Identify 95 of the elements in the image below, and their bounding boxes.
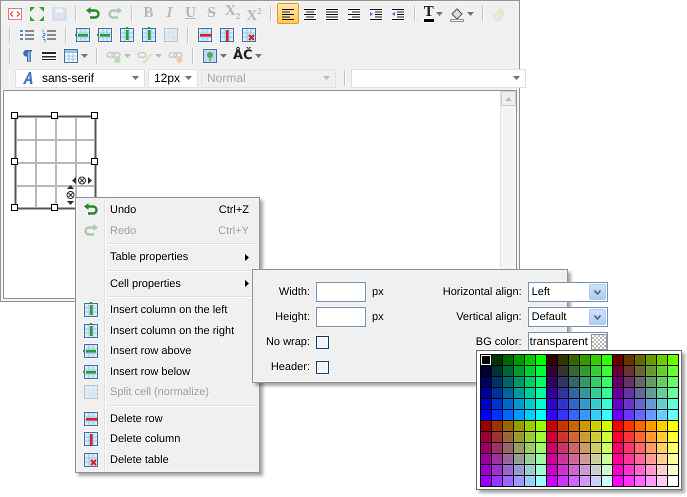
column-resize-icon[interactable] [72, 176, 92, 185]
menu-item-label: Split cell (normalize) [109, 386, 210, 398]
insert-column-icon [83, 302, 99, 318]
delete-row-icon [197, 26, 213, 42]
table-icon [63, 48, 79, 64]
menu-item[interactable]: Insert row below [76, 362, 259, 382]
submenu-arrow-icon [245, 254, 249, 261]
undo-icon [85, 6, 101, 22]
caret-icon [436, 12, 443, 16]
caret-icon [81, 54, 88, 58]
align-left-button[interactable] [276, 3, 299, 24]
resize-handle[interactable] [11, 112, 18, 119]
field-label: BG color: [474, 336, 522, 348]
menu-item[interactable]: Delete row [76, 408, 259, 429]
text-color-button[interactable]: T [420, 3, 446, 24]
insert-row-icon [75, 26, 91, 42]
resize-handle[interactable] [91, 112, 98, 119]
insert-column-icon [83, 322, 99, 339]
input-field[interactable] [316, 282, 366, 302]
menu-item-label: Insert row above [109, 345, 192, 358]
resize-handle[interactable] [51, 112, 58, 119]
caret-icon [323, 76, 330, 80]
caret-icon [185, 76, 192, 80]
field-label: Vertical align: [455, 311, 522, 323]
insert-row-icon [83, 364, 99, 380]
resize-handle[interactable] [91, 158, 98, 165]
field-label: Width: [278, 286, 310, 298]
caret-icon [254, 54, 262, 58]
menu-item[interactable]: Delete column [76, 429, 259, 450]
insert-column-icon [119, 26, 135, 42]
checkbox[interactable] [316, 360, 329, 374]
caret-icon [155, 54, 162, 58]
split-cell-icon [163, 26, 179, 42]
checkbox-label: Header: [270, 361, 310, 373]
checkbox-label: No wrap: [264, 336, 310, 348]
menu-item-label: Insert column on the right [109, 324, 236, 337]
menu-item[interactable]: Undo Ctrl+Z [76, 200, 259, 220]
split-cell-icon [83, 384, 99, 400]
resize-handle[interactable] [51, 204, 58, 211]
shortcut-label: Ctrl+Z [218, 204, 249, 216]
input-field[interactable] [316, 307, 366, 327]
paint-bucket-icon [448, 6, 465, 22]
menu-item-label: Insert column on the left [109, 304, 228, 316]
redo-icon [107, 6, 123, 22]
submenu-arrow-icon [245, 280, 249, 288]
unit-label: px [372, 286, 384, 298]
floppy-icon [51, 6, 67, 22]
color-swatch[interactable] [590, 334, 607, 350]
caret-icon [220, 54, 227, 58]
delete-column-icon [83, 431, 99, 448]
menu-item[interactable]: Table properties [76, 247, 259, 268]
chevron-icon [594, 314, 601, 320]
resize-handle[interactable] [11, 204, 18, 211]
caret-icon [124, 54, 131, 58]
code-icon [7, 6, 23, 22]
image-icon [202, 48, 218, 64]
resize-handle[interactable] [11, 158, 18, 165]
delete-table-icon [241, 26, 257, 42]
dropdown-select[interactable]: Default [528, 307, 608, 327]
menu-item-label: Redo [109, 224, 138, 237]
menu-item-label: Insert row below [109, 366, 192, 378]
menu-item-label: Table properties [109, 251, 190, 264]
menu-item-label: Undo [109, 204, 138, 216]
size-select[interactable]: 12px [148, 68, 198, 88]
row-resize-icon[interactable] [66, 185, 75, 205]
field-label: Height: [274, 311, 310, 323]
delete-column-icon [219, 26, 235, 42]
insert-column-icon [141, 26, 157, 42]
expand-arrows-icon [29, 6, 45, 22]
color-field[interactable]: transparent [528, 332, 608, 352]
menu-item-label: Delete column [109, 433, 182, 446]
chars-button[interactable]: ÅČ [230, 45, 265, 66]
font-select[interactable]: sans-serif [15, 68, 145, 88]
insert-row-icon [97, 26, 113, 42]
menu-item[interactable]: Insert row above [76, 341, 259, 362]
caret-icon [513, 76, 520, 80]
chevron-icon [594, 290, 601, 294]
menu-item-label: Delete table [109, 454, 170, 466]
caret-icon [466, 12, 474, 16]
delete-table-icon [83, 452, 99, 468]
broom-icon [492, 6, 508, 22]
numbered-list-icon [41, 26, 57, 42]
menu-item[interactable]: Insert column on the left [76, 300, 259, 320]
shortcut-label: Ctrl+Y [218, 224, 249, 237]
delete-row-icon [83, 410, 99, 427]
menu-item-label: Delete row [109, 412, 164, 425]
caret-icon [132, 76, 139, 80]
checkbox[interactable] [316, 336, 329, 348]
dropdown-select[interactable]: Left [528, 282, 608, 302]
unit-label: px [372, 311, 384, 323]
insert-row-icon [83, 343, 99, 360]
menu-item-label: Cell properties [109, 278, 182, 290]
menu-item[interactable]: Delete table [76, 450, 259, 470]
menu-item[interactable]: Insert column on the right [76, 320, 259, 341]
field-label: Horizontal align: [442, 286, 522, 298]
